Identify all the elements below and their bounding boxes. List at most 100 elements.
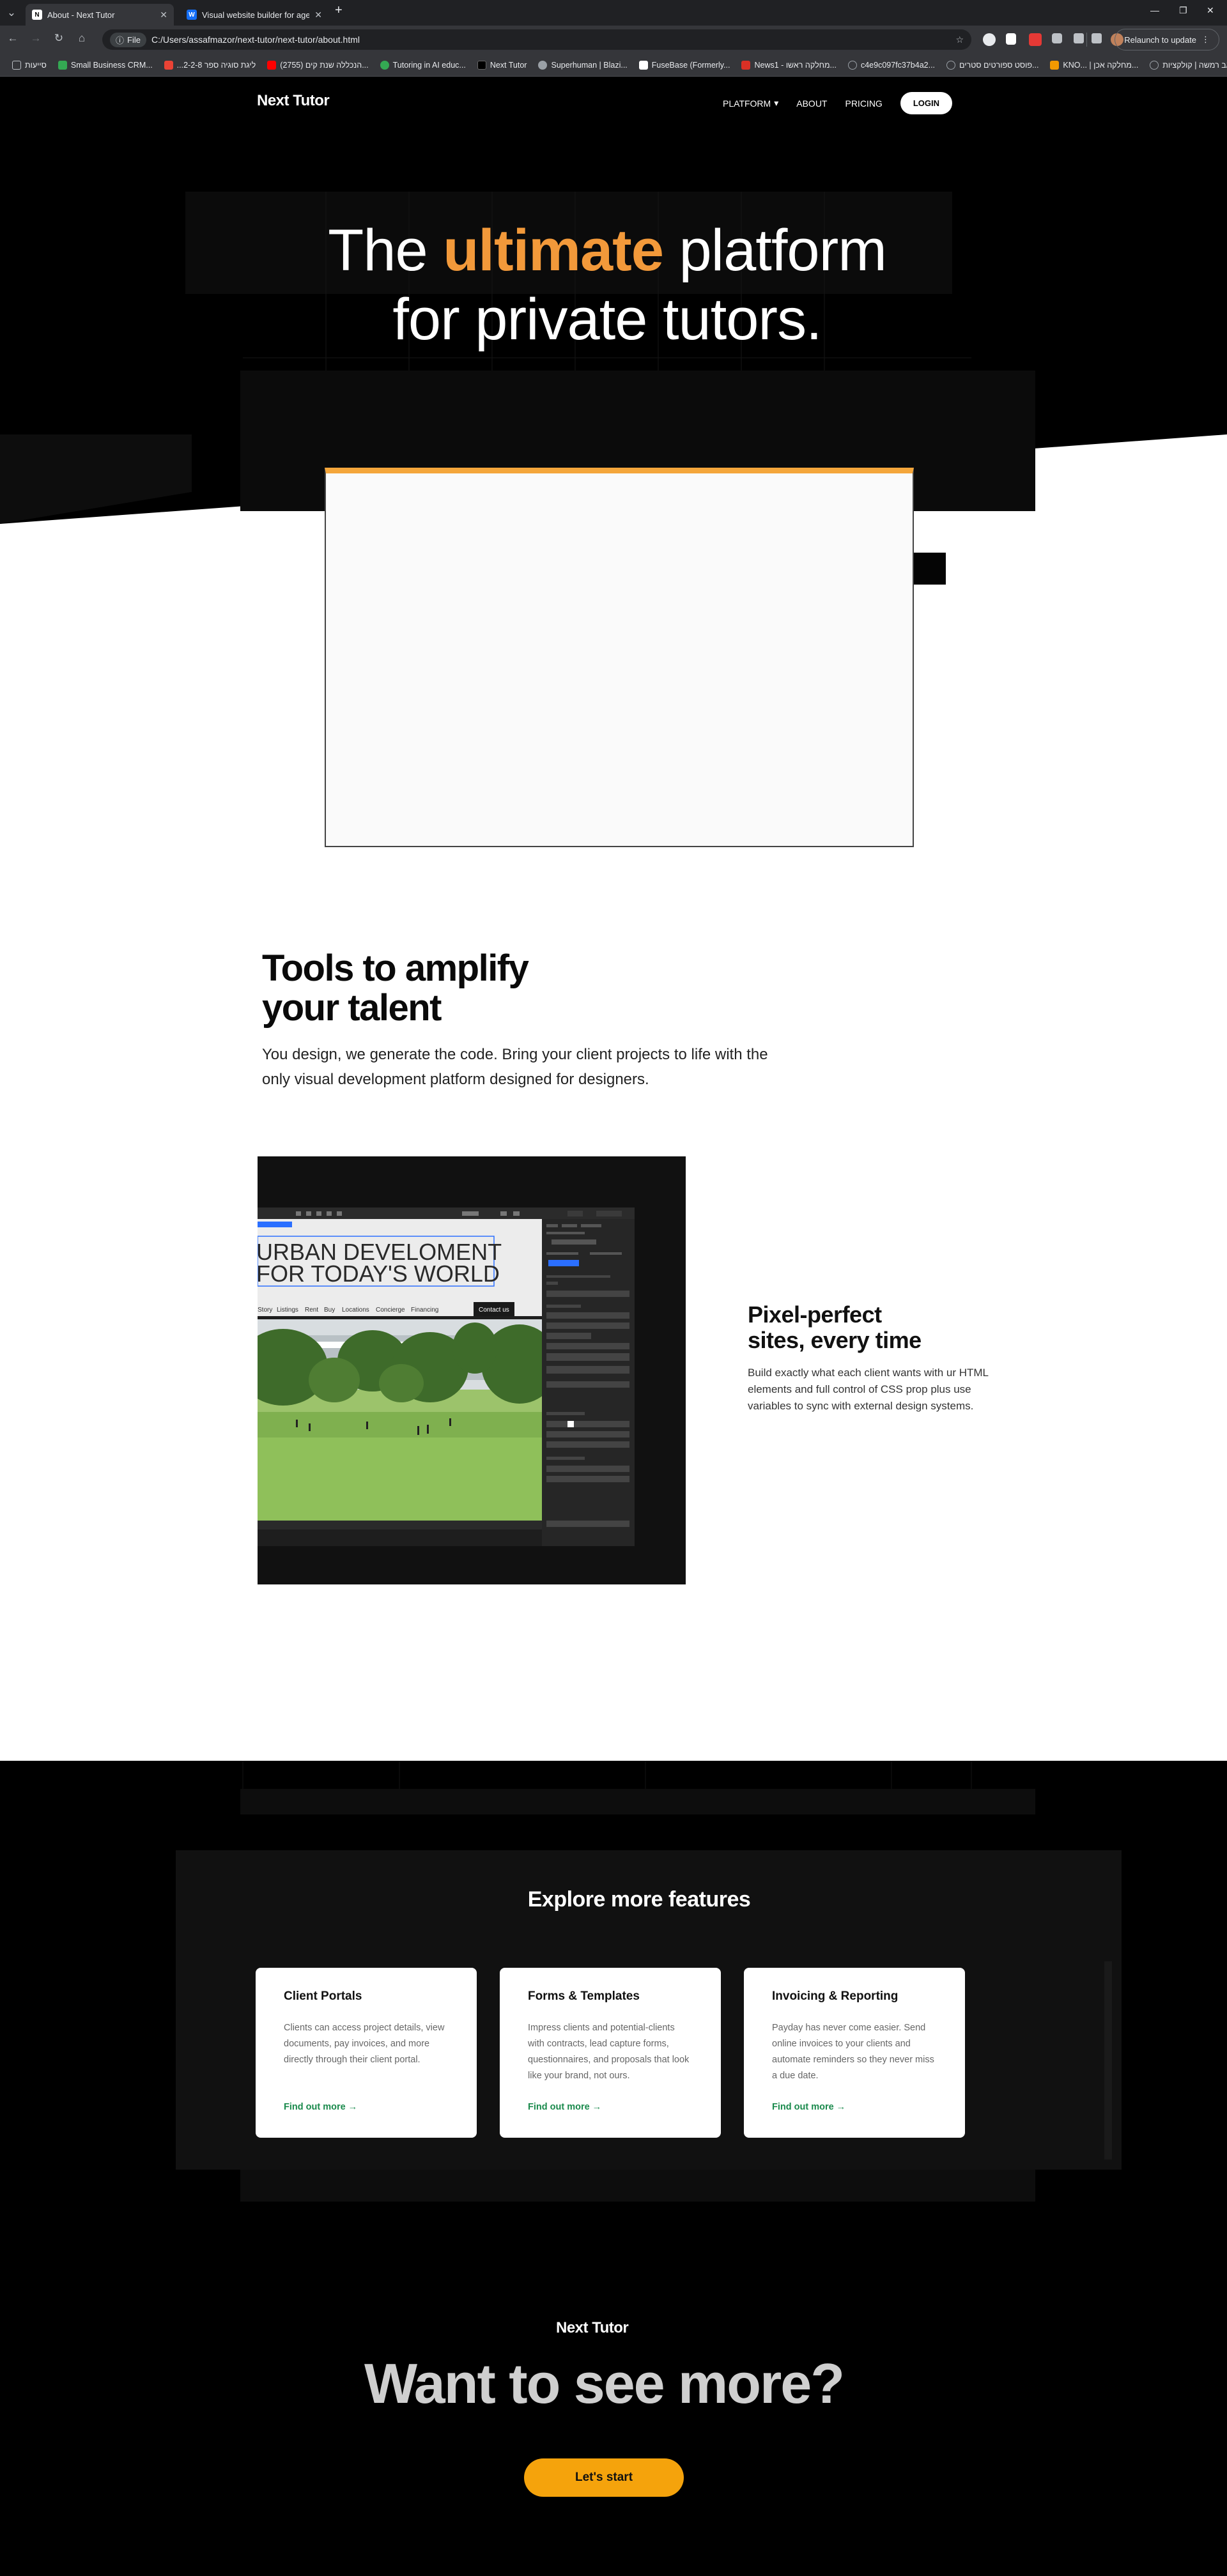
feature-card-client-portals[interactable]: Client Portals Clients can access projec… <box>256 1968 477 2138</box>
lets-start-button[interactable]: Let's start <box>524 2458 684 2497</box>
bookmark-folder[interactable]: סייעות <box>6 60 52 70</box>
bookmark-label: FuseBase (Formerly... <box>651 60 730 70</box>
bookmark-item[interactable]: Small Business CRM... <box>52 60 158 70</box>
bookmark-item[interactable]: Next Tutor <box>472 60 533 70</box>
forward-icon[interactable]: → <box>28 32 43 45</box>
find-out-more-link[interactable]: Find out more → <box>284 2102 357 2112</box>
hero-accent-word: ultimate <box>443 218 664 283</box>
reload-icon[interactable]: ↻ <box>51 32 66 45</box>
bookmark-item[interactable]: פוסט ספורטים סטרים... <box>941 60 1044 70</box>
bookmark-item[interactable]: נאב רמשה | קולקציות... <box>1144 60 1227 70</box>
restore-icon[interactable]: ❐ <box>1179 5 1187 16</box>
tools-section: Tools to amplify your talent You design, … <box>262 949 773 1092</box>
gmail-favicon-icon <box>164 60 173 70</box>
pixel-title-line1: Pixel-perfect <box>748 1301 882 1328</box>
tab-about[interactable]: N About - Next Tutor ✕ <box>26 4 174 26</box>
puzzle-extensions-icon[interactable] <box>1074 33 1084 43</box>
folder-icon <box>12 60 21 70</box>
svg-text:Buy: Buy <box>324 1307 335 1314</box>
url-text: C:/Users/assafmazor/next-tutor/next-tuto… <box>151 34 360 45</box>
site-logo[interactable]: Next Tutor <box>257 92 330 110</box>
bookmark-label: Small Business CRM... <box>70 60 153 70</box>
bookmark-item[interactable]: News1 - מחלקה ראשו... <box>736 60 842 70</box>
bookmark-item[interactable]: c4e9c097fc37b4a2... <box>842 60 941 70</box>
relaunch-label: Relaunch to update <box>1124 34 1196 45</box>
logo-text: Next Tutor <box>257 92 330 109</box>
nav-platform[interactable]: PLATFORM ▾ <box>723 98 778 109</box>
close-tab-icon[interactable]: ✕ <box>160 10 167 20</box>
side-panel-icon[interactable] <box>1092 33 1102 43</box>
footer-logo-text: Next Tutor <box>556 2319 629 2336</box>
hero-line1-end: platform <box>663 218 887 283</box>
kno-favicon-icon <box>1050 60 1060 70</box>
close-window-icon[interactable]: ✕ <box>1207 5 1214 16</box>
bookmark-item[interactable]: KNO... | מחלקה אכן... <box>1044 60 1144 70</box>
fusebase-favicon-icon <box>638 60 648 70</box>
nav-pricing[interactable]: PRICING <box>845 98 882 109</box>
svg-text:Financing: Financing <box>411 1307 438 1314</box>
page-viewport: Next Tutor PLATFORM ▾ ABOUT PRICING LOGIN… <box>0 77 1227 2576</box>
feature-card-body: Impress clients and potential-clients wi… <box>528 2023 690 2081</box>
bookmark-item[interactable]: Superhuman | Blazi... <box>532 60 633 70</box>
bookmark-label: סייעות <box>25 60 47 70</box>
pixel-perfect-body: Build exactly what each client wants wit… <box>748 1367 989 1412</box>
more-menu-icon[interactable]: ⋮ <box>1201 34 1210 45</box>
bookmark-label: ...2-ליגת סוגיה ספר 2-8 <box>176 60 256 70</box>
address-bar[interactable]: ⓘ File C:/Users/assafmazor/next-tutor/ne… <box>102 29 971 50</box>
hero-title: The ultimate platform for private tutors… <box>0 216 1214 354</box>
bookmark-item[interactable]: Tutoring in AI educ... <box>374 60 472 70</box>
next-tutor-favicon-icon: N <box>32 10 42 20</box>
tab-search-icon[interactable]: ⌄ <box>4 6 19 19</box>
find-out-more-link[interactable]: Find out more → <box>772 2102 845 2112</box>
tools-title-line2: your talent <box>262 987 442 1029</box>
home-icon[interactable]: ⌂ <box>74 32 89 45</box>
feature-card-invoicing-reporting[interactable]: Invoicing & Reporting Payday has never c… <box>744 1968 965 2138</box>
find-out-more-link[interactable]: Find out more → <box>528 2102 601 2112</box>
close-tab-icon[interactable]: ✕ <box>314 10 322 20</box>
bookmark-item[interactable]: ...2-ליגת סוגיה ספר 2-8 <box>158 60 262 70</box>
footer-logo[interactable]: Next Tutor <box>556 2319 629 2337</box>
bookmark-item[interactable]: (2755) הנכללה שנת קים... <box>261 60 374 70</box>
svg-text:Rent: Rent <box>305 1307 318 1314</box>
bookmark-label: פוסט ספורטים סטרים... <box>959 60 1039 70</box>
designer-ui-illustration: URBAN DEVELOMENT FOR TODAY'S WORLD Story… <box>238 1156 686 1584</box>
site-info-chip[interactable]: ⓘ File <box>110 32 146 47</box>
bookmark-label: Superhuman | Blazi... <box>551 60 628 70</box>
feature-card-title: Invoicing & Reporting <box>772 1989 899 2003</box>
news1-favicon-icon <box>741 60 751 70</box>
toolbar-divider <box>1086 33 1087 47</box>
minimize-icon[interactable]: — <box>1150 5 1159 15</box>
svg-text:Locations: Locations <box>342 1307 369 1314</box>
hero-line1-start: The <box>328 218 444 283</box>
nav-platform-label: PLATFORM <box>723 98 771 109</box>
bookmarks-bar: סייעות Small Business CRM... ...2-ליגת ס… <box>0 54 1227 77</box>
feature-card-title: Client Portals <box>284 1989 362 2003</box>
cta-title-text: Want to see more? <box>364 2352 845 2415</box>
svg-text:Concierge: Concierge <box>376 1307 405 1314</box>
new-tab-icon[interactable]: + <box>335 3 343 18</box>
bookmark-label: c4e9c097fc37b4a2... <box>860 60 936 70</box>
tutoring-favicon-icon <box>380 60 389 70</box>
back-icon[interactable]: ← <box>5 32 20 45</box>
bookmark-star-icon[interactable]: ☆ <box>955 34 964 45</box>
nav-about[interactable]: ABOUT <box>796 98 827 109</box>
bookmark-item[interactable]: FuseBase (Formerly... <box>633 60 736 70</box>
shield-extension-icon[interactable] <box>1006 33 1016 45</box>
url-scheme: File <box>127 34 141 45</box>
feature-card-forms-templates[interactable]: Forms & Templates Impress clients and po… <box>500 1968 721 2138</box>
login-button[interactable]: LOGIN <box>900 92 952 114</box>
features-title: Explore more features <box>527 1887 751 1912</box>
browser-toolbar: ← → ↻ ⌂ ⓘ File C:/Users/assafmazor/next-… <box>0 26 1227 54</box>
tab-visual-builder[interactable]: W Visual website builder for agen ✕ <box>180 4 328 26</box>
extension-icon[interactable] <box>983 33 996 46</box>
pdf-extension-icon[interactable] <box>1029 33 1042 46</box>
relaunch-button[interactable]: Relaunch to update ⋮ <box>1115 29 1219 50</box>
pixel-title-line2: sites, every time <box>748 1327 922 1353</box>
hero-line2: for private tutors. <box>392 287 822 352</box>
feature-card-title: Forms & Templates <box>528 1989 640 2003</box>
globe-icon <box>1150 60 1159 70</box>
cta-title: Want to see more? <box>0 2351 1208 2416</box>
chevron-down-icon: ▾ <box>774 98 779 108</box>
mock-headline-2: FOR TODAY'S WORLD <box>258 1261 500 1287</box>
square-extension-icon[interactable] <box>1052 33 1062 43</box>
